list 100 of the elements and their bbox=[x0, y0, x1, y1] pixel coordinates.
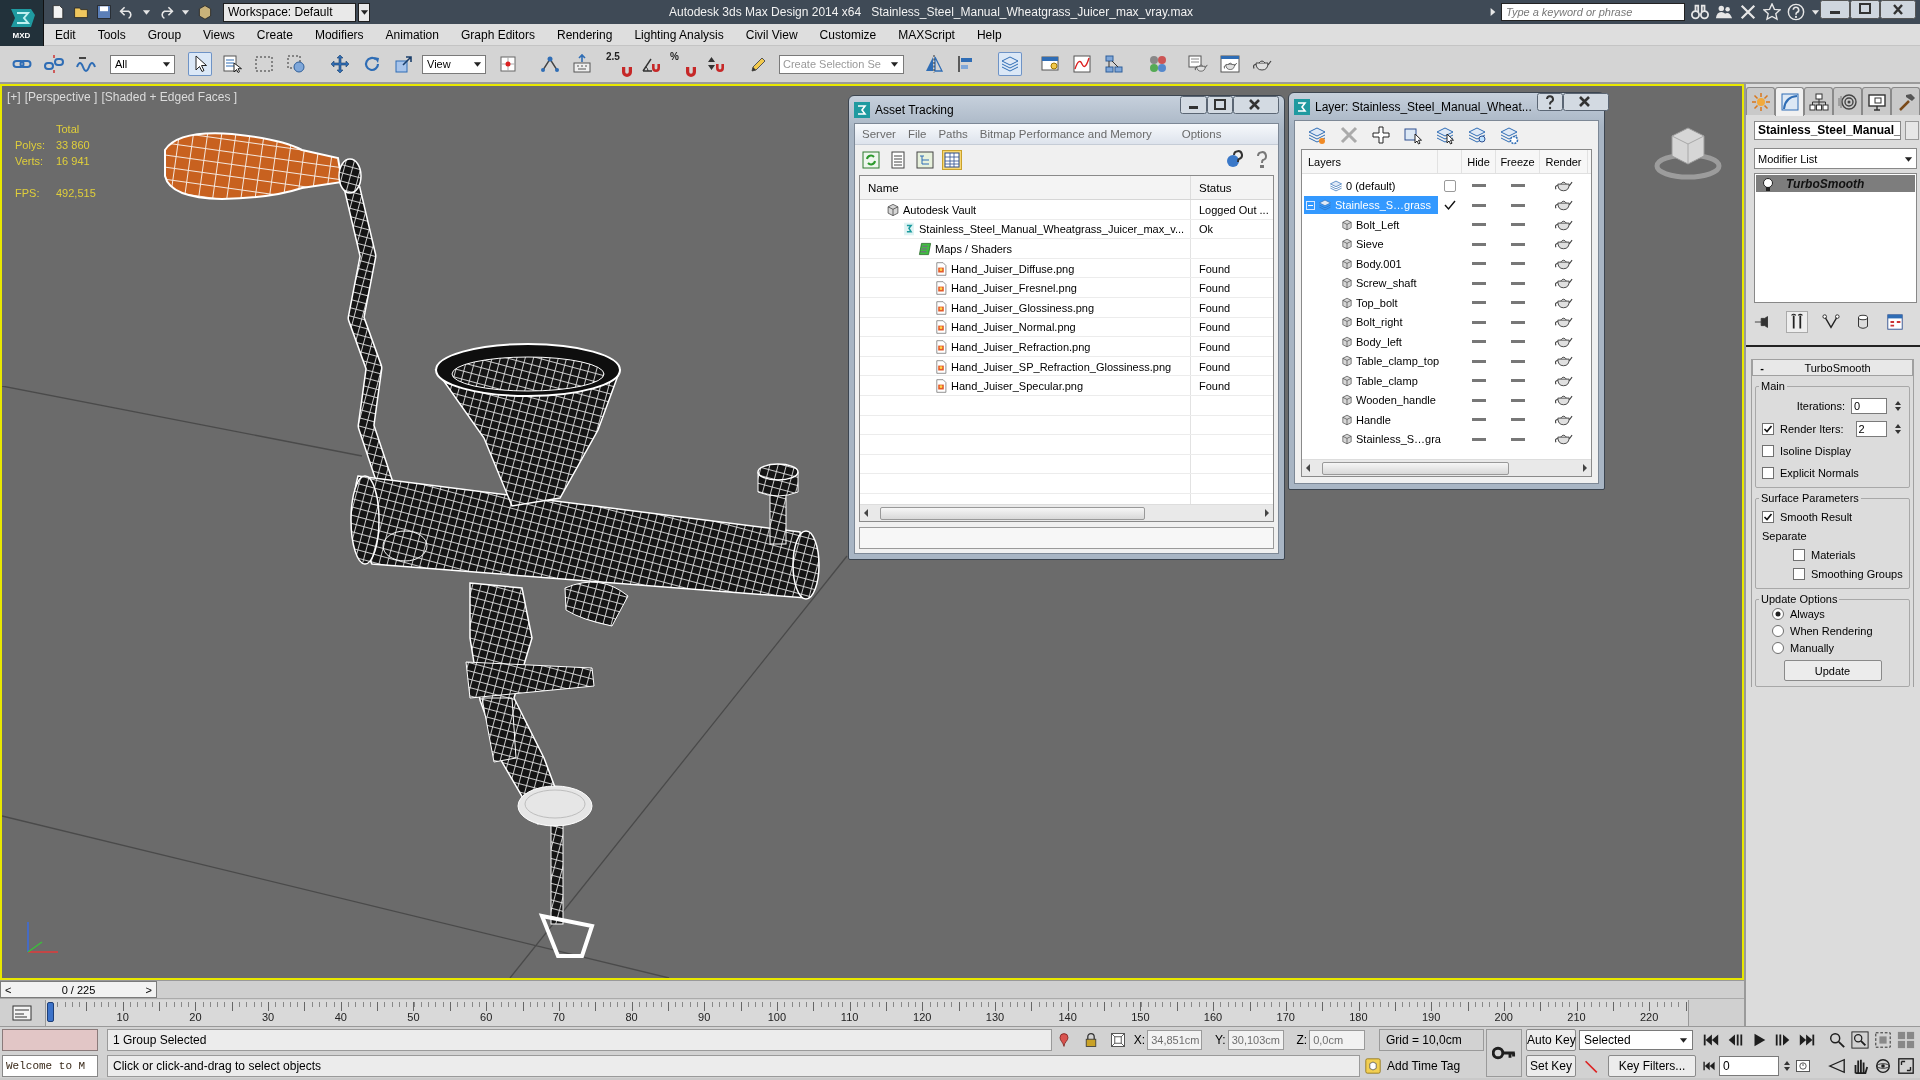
menu-item[interactable]: Rendering bbox=[546, 27, 624, 42]
double-bar-icon[interactable] bbox=[1786, 311, 1808, 333]
move-arrows-icon[interactable] bbox=[328, 52, 352, 76]
column-header[interactable]: Render bbox=[1540, 150, 1588, 173]
asset-row[interactable]: Hand_Juiser_Diffuse.png Found bbox=[860, 258, 1273, 279]
object-item[interactable]: Handle bbox=[1304, 410, 1438, 429]
cursor-icon[interactable] bbox=[188, 52, 212, 76]
number-field[interactable]: 0 bbox=[1851, 397, 1887, 414]
layers-ring-icon[interactable] bbox=[1499, 125, 1519, 145]
menu-item[interactable]: Server bbox=[856, 128, 902, 140]
key-filters-button[interactable]: Key Filters... bbox=[1608, 1055, 1696, 1077]
dashed-square-sphere-icon[interactable] bbox=[284, 52, 308, 76]
close-icon[interactable] bbox=[1880, 0, 1916, 19]
dash-icon[interactable] bbox=[1472, 340, 1486, 344]
asset-row[interactable]: Hand_Juiser_Normal.png Found bbox=[860, 317, 1273, 338]
current-layer-checkbox[interactable] bbox=[1444, 179, 1456, 192]
horizontal-scrollbar[interactable] bbox=[1302, 459, 1591, 476]
menu-item[interactable]: MAXScript bbox=[887, 27, 966, 42]
checkbox[interactable] bbox=[1762, 422, 1774, 435]
undo-icon[interactable] bbox=[119, 4, 135, 20]
dash-icon[interactable] bbox=[1472, 320, 1486, 324]
modify-tab[interactable] bbox=[1775, 87, 1804, 116]
object-name-field[interactable]: Stainless_Steel_Manual_ bbox=[1754, 121, 1901, 140]
dash-icon[interactable] bbox=[1511, 398, 1525, 402]
shading-label[interactable]: [Shaded + Edged Faces ] bbox=[101, 90, 238, 104]
globe-question-icon[interactable] bbox=[1225, 150, 1245, 170]
dash-icon[interactable] bbox=[1472, 203, 1486, 207]
spinner-arrows-icon[interactable] bbox=[1782, 1059, 1792, 1073]
layers-cursor-icon[interactable] bbox=[1435, 125, 1455, 145]
checkbox[interactable] bbox=[1762, 466, 1774, 479]
color-swatch-icon[interactable] bbox=[1905, 121, 1919, 140]
menu-item[interactable]: Bitmap Performance and Memory bbox=[973, 128, 1158, 140]
skip-back-icon[interactable] bbox=[1702, 1059, 1716, 1073]
dash-icon[interactable] bbox=[1511, 301, 1525, 305]
dash-icon[interactable] bbox=[1472, 184, 1486, 188]
hexagon-tile-icon[interactable] bbox=[1365, 1058, 1381, 1074]
zoom-icon[interactable] bbox=[1828, 1031, 1846, 1049]
menu-item[interactable]: Views bbox=[192, 27, 246, 42]
box-cursor-icon[interactable] bbox=[1403, 125, 1423, 145]
layers-icon[interactable] bbox=[998, 52, 1022, 76]
zoom-all-icon[interactable] bbox=[1851, 1031, 1869, 1049]
menu-item[interactable]: Civil View bbox=[734, 27, 809, 42]
new-file-icon[interactable] bbox=[50, 4, 66, 20]
list-cursor-icon[interactable] bbox=[220, 52, 244, 76]
object-item[interactable]: Wooden_handle bbox=[1304, 391, 1438, 410]
dash-icon[interactable] bbox=[1472, 437, 1486, 441]
nested-square-icon[interactable] bbox=[1109, 1032, 1126, 1048]
menu-item[interactable]: Animation bbox=[374, 27, 450, 42]
object-item[interactable]: Top_bolt bbox=[1304, 293, 1438, 312]
time-tag-label[interactable]: Add Time Tag bbox=[1381, 1055, 1485, 1077]
asset-row[interactable]: Hand_Juiser_Specular.png Found bbox=[860, 376, 1273, 396]
track-bar[interactable]: 10 20 30 40 50 60 70 80 90 100 110 120 130 140 150 160 170 180 190 200 210 220 bbox=[45, 999, 1689, 1026]
dash-icon[interactable] bbox=[1511, 320, 1525, 324]
object-item[interactable]: Table_clamp bbox=[1304, 371, 1438, 390]
scroll-right-icon[interactable] bbox=[1263, 508, 1271, 518]
horizontal-scrollbar[interactable] bbox=[860, 504, 1273, 521]
dash-icon[interactable] bbox=[1511, 359, 1525, 363]
dash-icon[interactable] bbox=[1472, 379, 1486, 383]
radio-button[interactable] bbox=[1772, 607, 1784, 620]
field-of-view-icon[interactable] bbox=[1828, 1057, 1846, 1075]
close-icon[interactable] bbox=[1562, 93, 1609, 111]
object-item[interactable]: Bolt_Left bbox=[1304, 215, 1438, 234]
dash-icon[interactable] bbox=[1472, 281, 1486, 285]
reference-coordinate-dropdown[interactable]: View bbox=[422, 54, 486, 74]
asset-row[interactable]: Hand_Juiser_Fresnel.png Found bbox=[860, 278, 1273, 298]
display-tab[interactable] bbox=[1862, 87, 1891, 115]
dash-icon[interactable] bbox=[1511, 437, 1525, 441]
list-window-icon[interactable] bbox=[12, 1002, 32, 1023]
caret-right-icon[interactable] bbox=[1489, 6, 1497, 18]
time-slider-track[interactable]: < 0 / 225 > bbox=[0, 980, 1744, 998]
redo-icon[interactable] bbox=[158, 4, 174, 20]
workspace-dropdown[interactable]: Workspace: Default bbox=[223, 2, 356, 22]
scrollbar-thumb[interactable] bbox=[1322, 461, 1509, 475]
binoculars-icon[interactable] bbox=[1691, 3, 1709, 21]
frame-marker[interactable] bbox=[47, 1001, 54, 1022]
scrollbar-thumb[interactable] bbox=[880, 506, 1145, 520]
maximize-icon[interactable] bbox=[1850, 0, 1880, 19]
search-field[interactable]: Type a keyword or phrase bbox=[1501, 3, 1685, 21]
asset-row[interactable]: Stainless_Steel_Manual_Wheatgrass_Juicer_max_v... Ok bbox=[860, 219, 1273, 240]
current-frame-field[interactable]: 0 bbox=[1719, 1056, 1779, 1076]
maxscript-input-field[interactable] bbox=[2, 1029, 98, 1051]
bulb-icon[interactable] bbox=[1762, 176, 1774, 191]
percent-snap-button[interactable]: % bbox=[668, 49, 698, 79]
set-key-button[interactable]: Set Key bbox=[1526, 1055, 1576, 1077]
object-item[interactable]: Bolt_right bbox=[1304, 313, 1438, 332]
auto-key-button[interactable]: Auto Key bbox=[1526, 1029, 1576, 1051]
dash-icon[interactable] bbox=[1472, 301, 1486, 305]
collapse-icon[interactable] bbox=[1306, 200, 1315, 210]
column-header[interactable]: Freeze bbox=[1496, 150, 1540, 173]
schematic-boxes-icon[interactable] bbox=[1102, 52, 1126, 76]
named-selection-dropdown[interactable]: Create Selection Se bbox=[779, 54, 904, 74]
view-label[interactable]: [Perspective ] bbox=[24, 90, 98, 104]
menu-item[interactable]: Tools bbox=[86, 27, 137, 42]
workspace-menu-button[interactable] bbox=[358, 2, 370, 22]
list-icon[interactable] bbox=[888, 150, 908, 170]
modifier-list-dropdown[interactable]: Modifier List bbox=[1754, 148, 1917, 169]
column-header[interactable]: Layers bbox=[1302, 150, 1438, 173]
scroll-left-icon[interactable] bbox=[1304, 463, 1312, 473]
dash-icon[interactable] bbox=[1472, 262, 1486, 266]
zoom-extents-icon[interactable] bbox=[1874, 1031, 1892, 1049]
